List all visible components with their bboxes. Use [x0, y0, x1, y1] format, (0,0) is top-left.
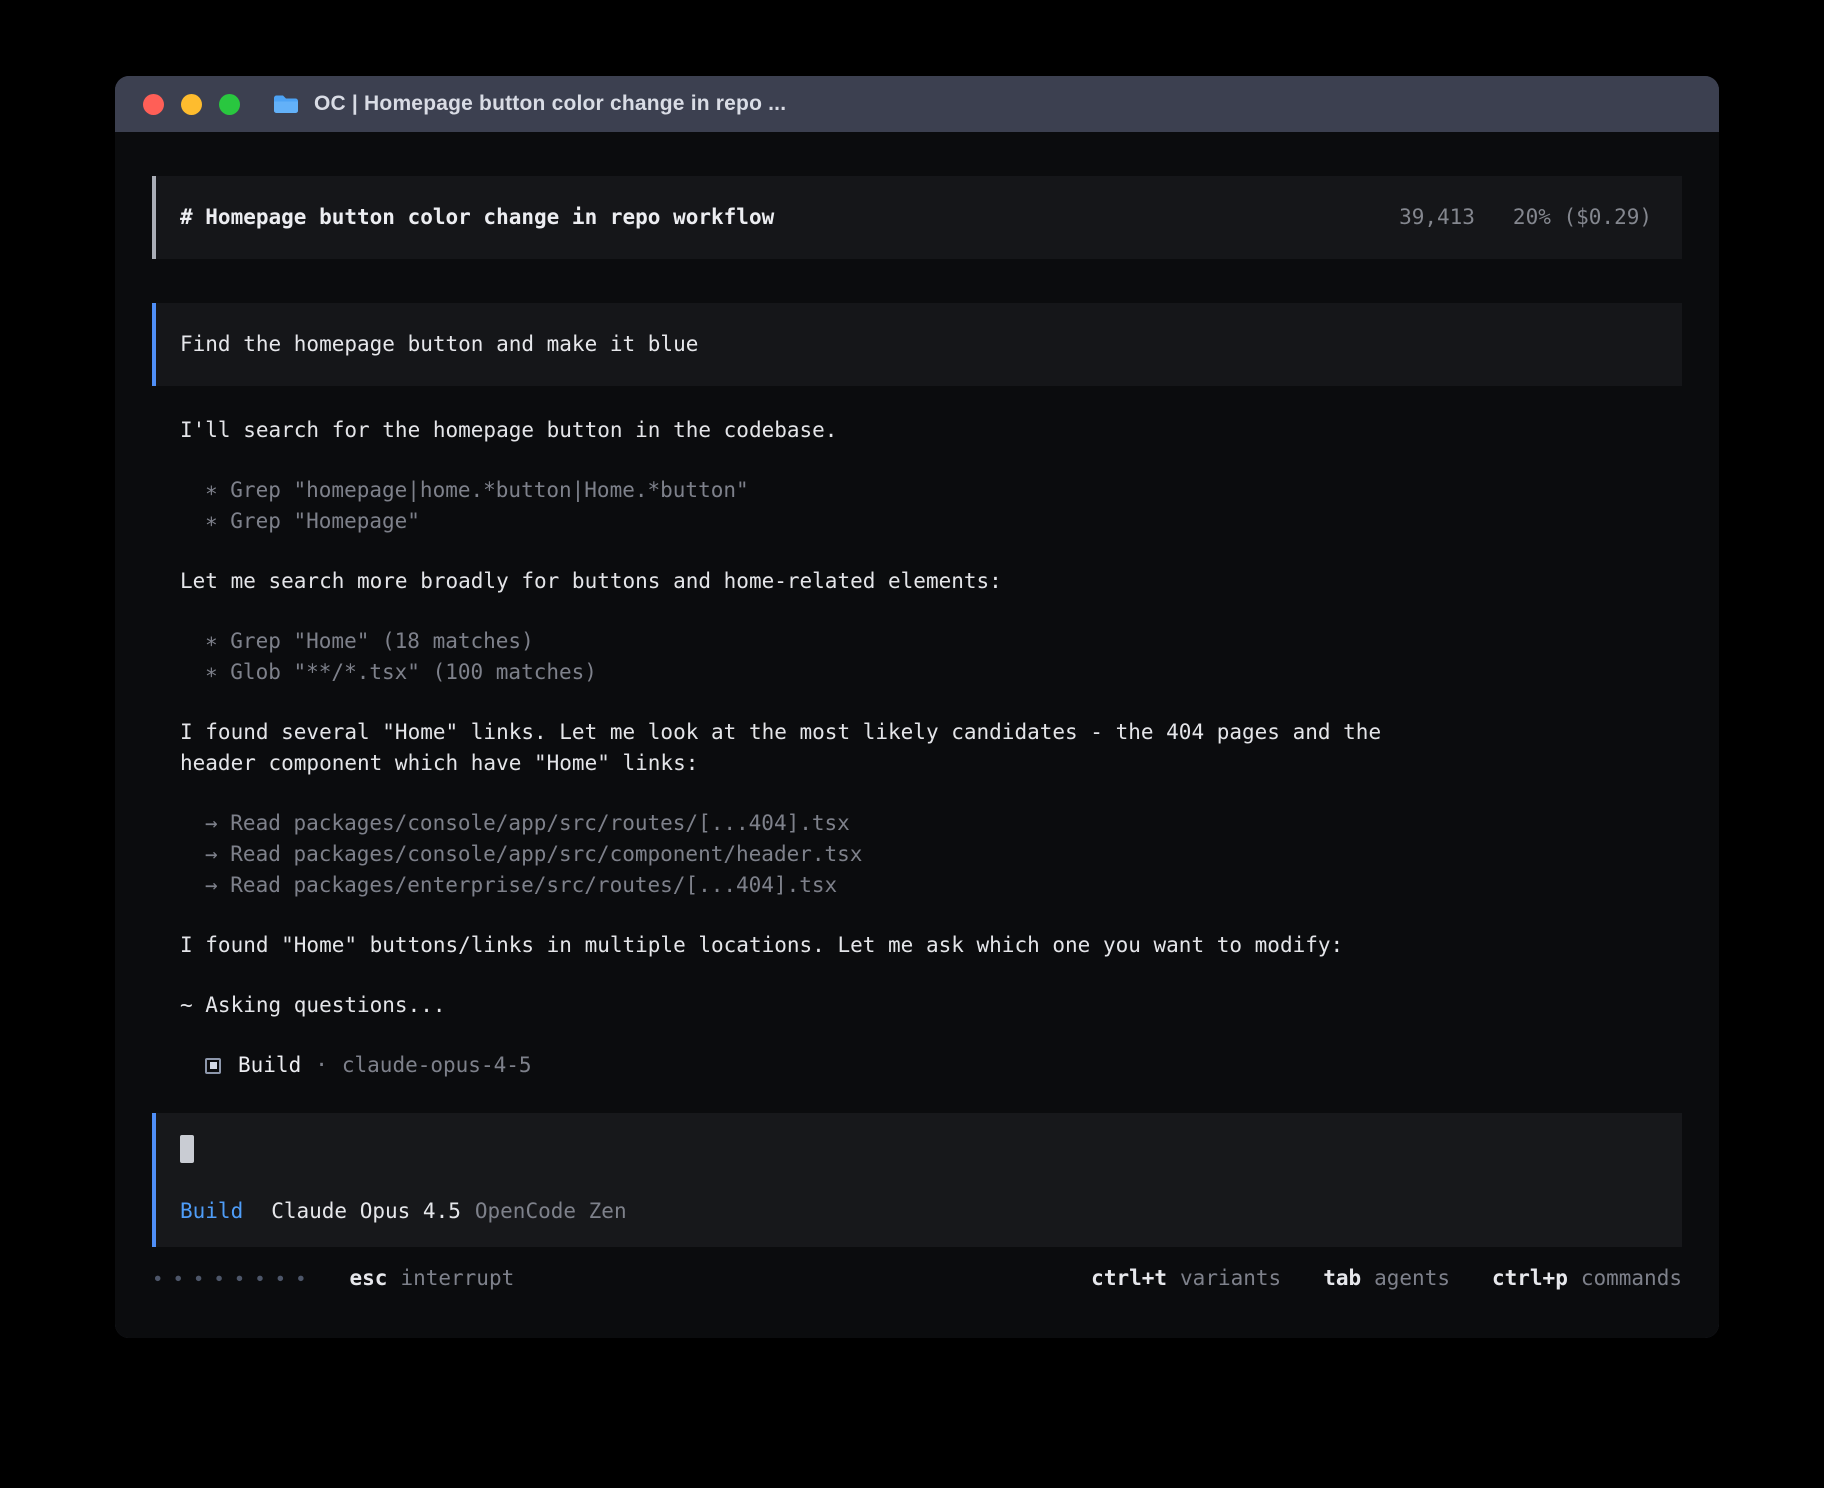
shortcut-label: variants	[1180, 1266, 1281, 1290]
context-usage: 20% ($0.29)	[1513, 202, 1652, 233]
shortcut-label: agents	[1374, 1266, 1450, 1290]
agent-status-line: Build · claude-opus-4-5	[180, 1050, 1682, 1081]
terminal-window: OC | Homepage button color change in rep…	[115, 76, 1719, 1338]
session-view: # Homepage button color change in repo w…	[115, 132, 1719, 1338]
agent-mode-icon	[205, 1058, 221, 1074]
esc-key-label: interrupt	[400, 1263, 514, 1294]
shortcut-key: tab	[1323, 1266, 1361, 1290]
shortcut-key: ctrl+t	[1091, 1266, 1167, 1290]
shortcut-commands: ctrl+p commands	[1492, 1263, 1682, 1294]
session-title: # Homepage button color change in repo w…	[180, 202, 774, 233]
assistant-paragraph: I found several "Home" links. Let me loo…	[180, 717, 1450, 779]
tool-call-read: → Read packages/console/app/src/componen…	[180, 839, 1682, 870]
shortcut-agents: tab agents	[1323, 1263, 1450, 1294]
titlebar[interactable]: OC | Homepage button color change in rep…	[115, 76, 1719, 132]
tool-call-glob: ∗ Glob "**/*.tsx" (100 matches)	[180, 657, 1682, 688]
zoom-button[interactable]	[219, 94, 240, 115]
text-cursor	[180, 1135, 194, 1163]
assistant-paragraph: Let me search more broadly for buttons a…	[180, 566, 1682, 597]
agent-mode-label[interactable]: Build	[180, 1196, 243, 1227]
provider-name: OpenCode Zen	[475, 1196, 627, 1227]
session-header: # Homepage button color change in repo w…	[152, 176, 1682, 259]
assistant-transcript: I'll search for the homepage button in t…	[152, 386, 1682, 1081]
shortcut-variants: ctrl+t variants	[1091, 1263, 1281, 1294]
separator-dot: ·	[315, 1050, 328, 1081]
minimize-button[interactable]	[181, 94, 202, 115]
window-title: OC | Homepage button color change in rep…	[314, 92, 786, 116]
tool-call-read: → Read packages/enterprise/src/routes/[.…	[180, 870, 1682, 901]
prompt-input[interactable]: Build Claude Opus 4.5 OpenCode Zen	[152, 1113, 1682, 1247]
tool-call-grep: ∗ Grep "Homepage"	[180, 506, 1682, 537]
folder-icon	[272, 93, 300, 115]
tool-call-read: → Read packages/console/app/src/routes/[…	[180, 808, 1682, 839]
status-bar-left: ∙∙∙∙∙∙∙∙ esc interrupt	[152, 1263, 514, 1295]
token-count: 39,413	[1399, 202, 1475, 233]
user-message-text: Find the homepage button and make it blu…	[180, 332, 698, 356]
spinner-dots: ∙∙∙∙∙∙∙∙	[152, 1264, 316, 1295]
model-name: Claude Opus 4.5	[271, 1196, 461, 1227]
model-status-line: Build Claude Opus 4.5 OpenCode Zen	[180, 1196, 1656, 1227]
tool-call-grep: ∗ Grep "Home" (18 matches)	[180, 626, 1682, 657]
agent-mode-name: Build	[238, 1050, 301, 1081]
shortcut-label: commands	[1581, 1266, 1682, 1290]
assistant-paragraph: I'll search for the homepage button in t…	[180, 415, 1682, 446]
activity-status: ~ Asking questions...	[180, 990, 1682, 1021]
session-metrics: 39,413 20% ($0.29)	[1399, 202, 1652, 233]
agent-model-name: claude-opus-4-5	[342, 1050, 532, 1081]
assistant-paragraph: I found "Home" buttons/links in multiple…	[180, 930, 1682, 961]
tool-call-grep: ∗ Grep "homepage|home.*button|Home.*butt…	[180, 475, 1682, 506]
status-bar: ∙∙∙∙∙∙∙∙ esc interrupt ctrl+t variants ta…	[152, 1263, 1682, 1295]
esc-key-hint: esc	[350, 1263, 388, 1294]
close-button[interactable]	[143, 94, 164, 115]
status-bar-right: ctrl+t variants tab agents ctrl+p commands	[1091, 1263, 1682, 1294]
traffic-lights	[143, 94, 240, 115]
user-message: Find the homepage button and make it blu…	[152, 303, 1682, 386]
shortcut-key: ctrl+p	[1492, 1266, 1568, 1290]
